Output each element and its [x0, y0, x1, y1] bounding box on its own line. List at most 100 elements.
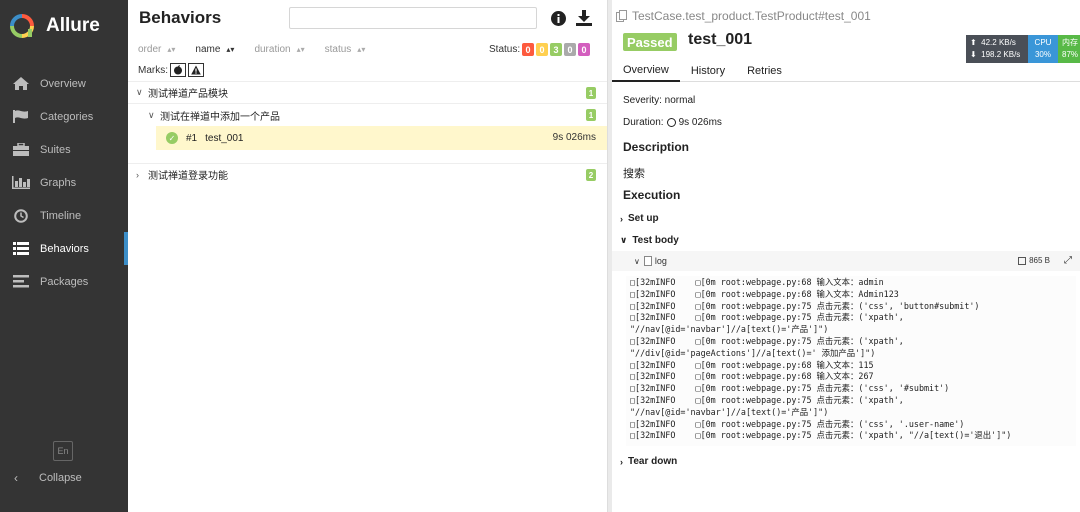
sort-label: duration: [254, 44, 291, 55]
save-icon[interactable]: [1018, 256, 1027, 265]
tree-label: 测试禅道登录功能: [148, 171, 228, 182]
sidebar-item-label: Suites: [40, 143, 71, 156]
list-icon: [12, 242, 30, 256]
sort-icon: ▴▾: [226, 45, 235, 54]
tree-story-add-product[interactable]: ∨ 测试在禅道中添加一个产品 1: [128, 103, 607, 126]
log-line: □[32mINFO □[0m root:webpage.py:68 输入文本：1…: [630, 359, 874, 370]
upload-speed: 42.2 KB/s: [981, 38, 1016, 47]
copy-icon[interactable]: [616, 10, 628, 22]
log-line: □[32mINFO □[0m root:webpage.py:75 点击元素：(…: [630, 335, 904, 346]
stage-test-body[interactable]: ∨ Test body: [620, 235, 679, 246]
duration-value: 9s 026ms: [678, 117, 722, 128]
chevron-right-icon: ›: [620, 456, 623, 467]
system-monitor-widget: ⬆ 42.2 KB/s ⬇ 198.2 KB/s CPU 30% 内存 87%: [966, 35, 1080, 63]
info-icon[interactable]: [551, 11, 566, 26]
network-speed: ⬆ 42.2 KB/s ⬇ 198.2 KB/s: [966, 35, 1028, 63]
sidebar-item-label: Graphs: [40, 176, 77, 189]
tree-case-test-001[interactable]: ✓ #1 test_001 9s 026ms: [156, 126, 607, 150]
attachment-row[interactable]: ∨ log 865 B ⤢: [612, 251, 1080, 271]
stage-label: Set up: [628, 213, 659, 224]
sort-duration[interactable]: duration ▴▾: [254, 44, 304, 55]
log-line: "//nav[@id='navbar']//a[text()='产品']"): [630, 406, 829, 417]
language-button[interactable]: En: [53, 441, 73, 461]
tree-feature-product[interactable]: ∨ 测试禅道产品模块 1: [128, 81, 607, 103]
sidebar-item-behaviors[interactable]: Behaviors: [0, 232, 128, 265]
status-failed-toggle[interactable]: 0: [522, 43, 534, 56]
sort-status[interactable]: status ▴▾: [325, 44, 366, 55]
search-input[interactable]: [289, 7, 537, 29]
home-icon: [12, 77, 30, 91]
sidebar-item-graphs[interactable]: Graphs: [0, 166, 128, 199]
severity: Severity: normal: [623, 95, 696, 106]
case-duration: 9s 026ms: [552, 132, 596, 143]
log-line: □[32mINFO □[0m root:webpage.py:68 输入文本：a…: [630, 277, 884, 287]
log-line: □[32mINFO □[0m root:webpage.py:75 点击元素：(…: [630, 300, 980, 311]
chevron-down-icon: ∨: [148, 109, 155, 120]
sidebar-item-overview[interactable]: Overview: [0, 67, 128, 100]
sidebar-item-categories[interactable]: Categories: [0, 100, 128, 133]
collapse-button[interactable]: ‹ Collapse: [0, 468, 82, 488]
sort-name[interactable]: name ▴▾: [195, 44, 234, 55]
tab-retries[interactable]: Retries: [736, 60, 793, 82]
log-line: "//nav[@id='navbar']//a[text()='产品']"): [630, 324, 829, 335]
tree-label: 测试禅道产品模块: [148, 89, 228, 100]
warning-mark-icon[interactable]: [188, 63, 204, 77]
status-skipped-toggle[interactable]: 0: [564, 43, 576, 56]
attachment-size: 865 B: [1018, 256, 1050, 265]
passed-count-badge: 1: [586, 87, 596, 99]
tab-overview[interactable]: Overview: [612, 60, 680, 82]
upload-arrow-icon: ⬆: [970, 38, 977, 47]
log-line: □[32mINFO □[0m root:webpage.py:75 点击元素：(…: [630, 312, 904, 323]
status-passed-toggle[interactable]: 3: [550, 43, 562, 56]
chevron-left-icon: ‹: [14, 471, 18, 485]
sort-label: status: [324, 44, 352, 55]
brand-name: Allure: [46, 15, 100, 36]
log-line: "//div[@id='pageActions']//a[text()=' 添加…: [630, 347, 876, 358]
file-icon: [643, 256, 652, 266]
tree-label: 测试在禅道中添加一个产品: [160, 111, 280, 123]
test-path: TestCase.test_product.TestProduct#test_0…: [632, 9, 871, 23]
sidebar-item-timeline[interactable]: Timeline: [0, 199, 128, 232]
stage-setup[interactable]: › Set up: [620, 213, 659, 224]
log-line: □[32mINFO □[0m root:webpage.py:75 点击元素：(…: [630, 383, 950, 394]
download-icon[interactable]: [576, 10, 592, 26]
download-speed: 198.2 KB/s: [981, 50, 1021, 59]
description-text: 搜索: [623, 168, 645, 180]
tree-feature-login[interactable]: › 测试禅道登录功能 2: [128, 163, 607, 185]
sidebar-item-suites[interactable]: Suites: [0, 133, 128, 166]
status-unknown-toggle[interactable]: 0: [578, 43, 590, 56]
log-line: □[32mINFO □[0m root:webpage.py:68 输入文本：A…: [630, 288, 899, 299]
chevron-right-icon: ›: [136, 169, 139, 180]
tab-history[interactable]: History: [680, 60, 736, 82]
sidebar-nav: Overview Categories Suites Graphs Timeli…: [0, 67, 128, 298]
test-detail-pane: TestCase.test_product.TestProduct#test_0…: [612, 0, 1080, 512]
attachment-name: log: [654, 256, 667, 266]
log-line: □[32mINFO □[0m root:webpage.py:75 点击元素：(…: [630, 394, 904, 405]
fullscreen-icon[interactable]: ⤢: [1064, 255, 1072, 266]
brand[interactable]: Allure: [0, 0, 128, 52]
sidebar-item-label: Behaviors: [40, 242, 89, 255]
description-heading: Description: [623, 140, 690, 154]
attachment-size-value: 865 B: [1029, 256, 1050, 265]
page-title: Behaviors: [139, 8, 222, 27]
chevron-down-icon: ∨: [620, 235, 628, 245]
passed-count-badge: 1: [586, 109, 596, 121]
sort-icon: ▴▾: [296, 45, 305, 54]
sidebar-item-label: Timeline: [40, 209, 82, 222]
bar-chart-icon: [12, 176, 30, 190]
status-filter: 0 0 3 0 0: [522, 43, 592, 56]
sort-order[interactable]: order ▴▾: [138, 44, 175, 55]
case-number: #1: [186, 132, 198, 144]
status-broken-toggle[interactable]: 0: [536, 43, 548, 56]
marks-label: Marks:: [138, 64, 168, 76]
clock-icon: [666, 118, 676, 127]
stage-label: Test body: [632, 235, 679, 246]
flag-icon: [12, 110, 30, 124]
duration-label: Duration:: [623, 117, 664, 128]
sidebar-item-packages[interactable]: Packages: [0, 265, 128, 298]
status-badge: Passed: [623, 33, 677, 51]
sidebar-item-label: Packages: [40, 275, 89, 288]
stage-teardown[interactable]: › Tear down: [620, 456, 677, 467]
flaky-mark-icon[interactable]: [170, 63, 186, 77]
behaviors-pane: Behaviors order ▴▾ name ▴▾ duration ▴▾ stat…: [128, 0, 607, 512]
